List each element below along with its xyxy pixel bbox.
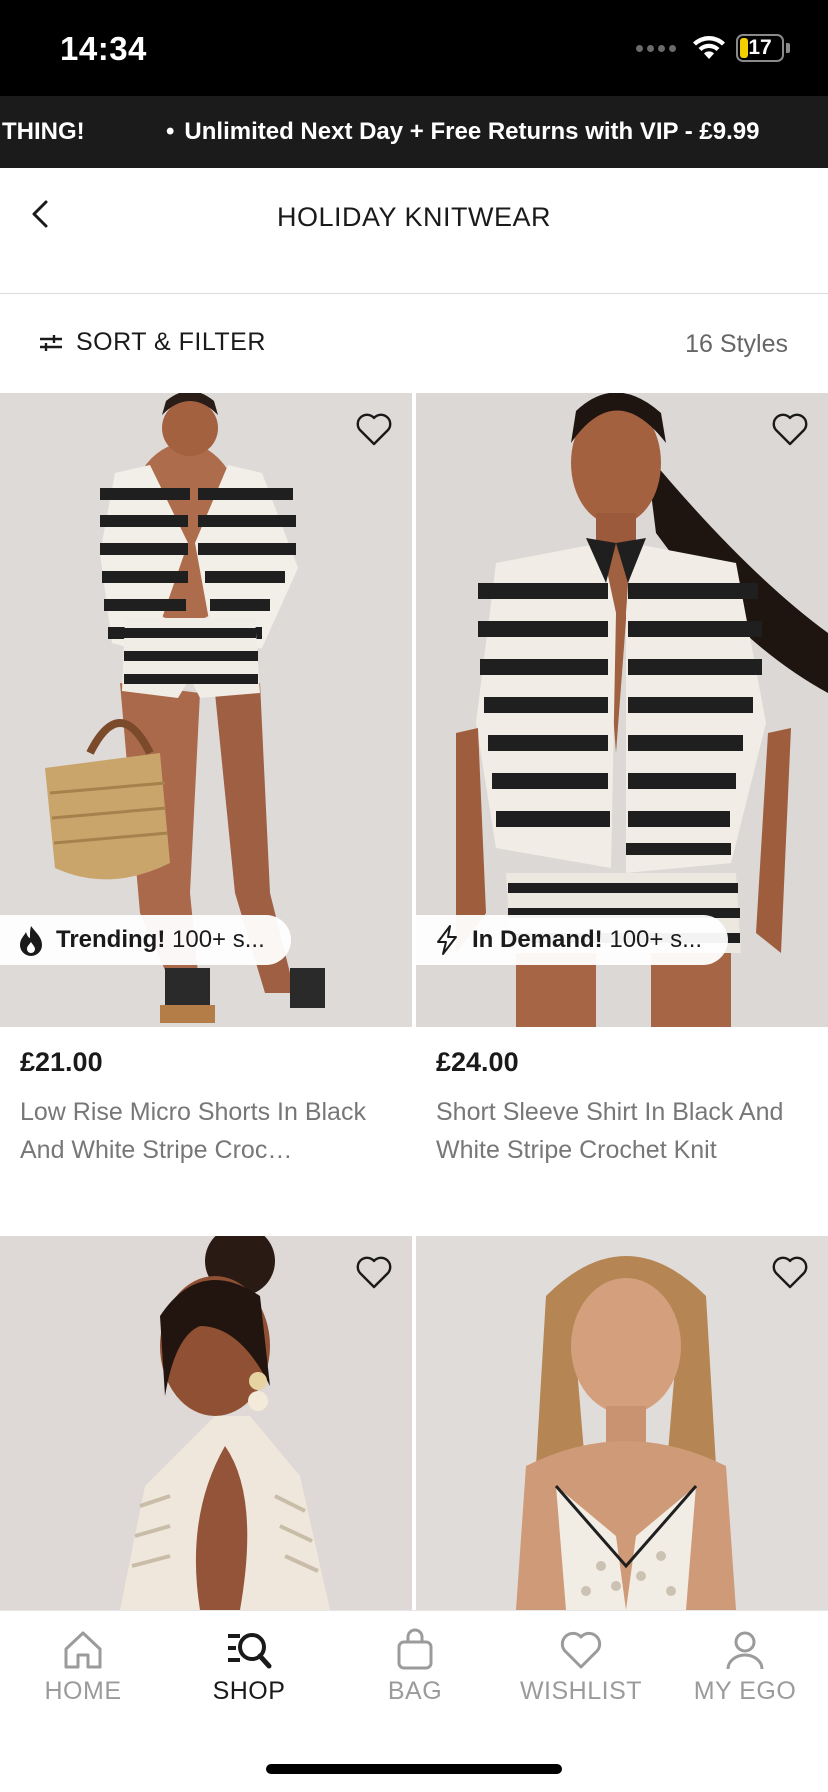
wishlist-button[interactable] (354, 411, 394, 447)
product-name[interactable]: Short Sleeve Shirt In Black And White St… (436, 1093, 816, 1169)
product-image[interactable]: Trending! 100+ s... (0, 393, 412, 1027)
product-badge: Trending! 100+ s... (0, 915, 291, 965)
tab-my-ego-label: MY EGO (693, 1677, 797, 1705)
product-image[interactable] (0, 1236, 412, 1610)
badge-title: Trending! (56, 926, 166, 953)
battery-icon: 17 (736, 34, 784, 62)
tab-home-label: HOME (44, 1677, 122, 1705)
bag-icon (397, 1628, 433, 1670)
heart-outline-icon (772, 1256, 808, 1289)
wishlist-button[interactable] (354, 1254, 394, 1290)
heart-outline-icon (356, 1256, 392, 1289)
filter-bar: SORT & FILTER 16 Styles (0, 294, 828, 392)
tab-wishlist[interactable]: WISHLIST (498, 1627, 664, 1706)
shop-search-icon (228, 1633, 272, 1669)
product-price: £21.00 (20, 1047, 103, 1077)
product-badge: In Demand! 100+ s... (416, 915, 729, 965)
heart-icon (560, 1631, 602, 1669)
profile-icon (726, 1631, 764, 1670)
promo-prev-text: THING! (2, 118, 85, 145)
wishlist-button[interactable] (770, 411, 810, 447)
sort-filter-button[interactable]: SORT & FILTER (38, 328, 266, 357)
promo-text: Unlimited Next Day + Free Returns with V… (166, 118, 759, 146)
badge-detail: 100+ s... (609, 926, 703, 953)
tab-bag-label: BAG (387, 1677, 443, 1705)
home-indicator (266, 1764, 562, 1774)
product-name[interactable]: Low Rise Micro Shorts In Black And White… (20, 1093, 400, 1169)
tab-shop[interactable]: SHOP (166, 1627, 332, 1706)
heart-outline-icon (356, 413, 392, 446)
sort-filter-label: SORT & FILTER (76, 328, 266, 356)
tab-bag[interactable]: BAG (332, 1627, 498, 1706)
product-image[interactable]: In Demand! 100+ s... (416, 393, 828, 1027)
badge-title: In Demand! (472, 926, 603, 953)
wishlist-button[interactable] (770, 1254, 810, 1290)
tab-shop-label: SHOP (212, 1677, 286, 1705)
battery-level: 17 (748, 36, 772, 59)
product-image[interactable] (416, 1236, 828, 1610)
page-title: HOLIDAY KNITWEAR (276, 202, 552, 232)
flame-icon (20, 926, 42, 956)
product-price: £24.00 (436, 1047, 519, 1077)
tab-wishlist-label: WISHLIST (519, 1677, 643, 1705)
heart-outline-icon (772, 413, 808, 446)
badge-detail: 100+ s... (172, 926, 265, 953)
signal-icon (636, 44, 676, 52)
tab-my-ego[interactable]: MY EGO (662, 1627, 828, 1706)
page-header: HOLIDAY KNITWEAR (0, 168, 828, 294)
promo-banner[interactable]: THING! Unlimited Next Day + Free Returns… (0, 96, 828, 168)
status-icons: 17 (636, 34, 790, 62)
tab-home[interactable]: HOME (0, 1627, 166, 1706)
home-icon (64, 1631, 102, 1669)
styles-count: 16 Styles (685, 330, 788, 358)
wifi-icon (693, 36, 725, 59)
status-bar: 14:34 17 (0, 0, 828, 96)
filter-sliders-icon (40, 334, 62, 351)
lightning-icon (437, 925, 457, 955)
status-time: 14:34 (60, 30, 147, 67)
